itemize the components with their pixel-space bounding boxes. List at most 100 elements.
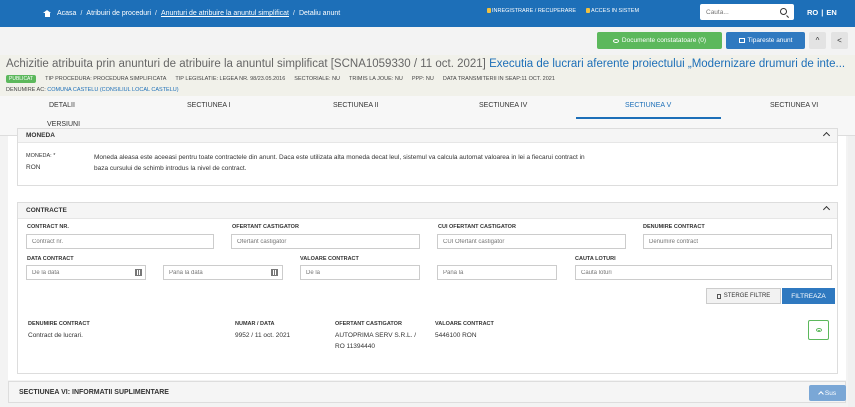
value-to-input[interactable] [437,265,557,280]
meta-data-transmiterii: DATA TRANSMITERII IN SEAP:11 OCT. 2021 [442,76,555,82]
meta-trimis-joue: TRIMIS LA JOUE: NU [349,76,403,82]
row-denumire: Contract de lucrari. [28,332,83,339]
status-badge: PUBLICAT [6,75,37,83]
lock-icon [586,8,591,14]
moneda-info-line1: Moneda aleasa este aceeasi pentru toate … [94,154,585,161]
documents-label: Documente constatatoare (0) [621,37,707,44]
clear-filters-button[interactable]: STERGE FILTRE [706,288,781,304]
tab-sectiunea-1[interactable]: SECTIUNEA I [187,102,231,109]
moneda-panel-header[interactable]: MONEDA [18,129,837,143]
back-button[interactable]: < [831,32,848,49]
search-input[interactable] [700,4,772,20]
tab-detalii[interactable]: DETALII [49,102,75,109]
row-ofertant: AUTOPRIMA SERV S.R.L. / [335,332,417,339]
breadcrumb-separator: / [292,10,295,17]
breadcrumb-anunturi[interactable]: Anunturi de atribuire la anuntul simplif… [161,10,289,17]
row-header-ofertant: OFERTANT CASTIGATOR [335,321,402,327]
tab-sectiunea-4[interactable]: SECTIUNEA IV [479,102,527,109]
page-title: Achizitie atribuita prin anunturi de atr… [6,58,845,70]
authority-link[interactable]: COMUNA CASTELU (CONSILIUL LOCAL CASTELU) [47,87,178,93]
register-link[interactable]: INREGISTRARE / RECUPERARE [487,8,576,14]
cui-input[interactable] [437,234,626,249]
action-bar: Documente constatatoare (0) Tipareste an… [0,27,855,55]
valoare-label: VALOARE CONTRACT [300,256,359,262]
loturi-input[interactable] [575,265,832,280]
breadcrumb-separator: / [80,10,83,17]
breadcrumb-home[interactable]: Acasa [57,10,76,17]
row-header-valoare: VALOARE CONTRACT [435,321,494,327]
meta-ppp: PPP: NU [411,76,434,82]
row-header-denumire: DENUMIRE CONTRACT [28,321,90,327]
calendar-icon[interactable] [271,269,278,276]
breadcrumb: Acasa / Atribuiri de proceduri / Anuntur… [43,0,340,27]
denumire-input[interactable] [643,234,832,249]
top-navigation-bar: Acasa / Atribuiri de proceduri / Anuntur… [0,0,855,27]
moneda-value: RON [26,164,41,171]
row-numar: 9952 / 11 oct. 2021 [235,332,291,339]
documents-button[interactable]: Documente constatatoare (0) [597,32,722,49]
breadcrumb-separator: / [155,10,157,17]
language-switcher: RO | EN [807,0,837,24]
contracte-heading: CONTRACTE [26,207,67,214]
contract-nr-label: CONTRACT NR. [27,224,69,230]
ofertant-label: OFERTANT CASTIGATOR [232,224,299,230]
cui-label: CUI OFERTANT CASTIGATOR [438,224,516,230]
search-icon[interactable] [780,8,787,15]
moneda-heading: MONEDA [26,132,55,139]
scroll-to-top-label: Sus [824,389,837,397]
value-from-input[interactable] [300,265,420,280]
meta-tip-legislatie: TIP LEGISLATIE: LEGEA NR. 98/23.05.2016 [175,76,286,82]
search-box [700,4,794,20]
eye-icon [815,328,822,332]
authority-label: DENUMIRE AC: [6,87,46,93]
filter-button[interactable]: FILTREAZA [782,288,835,304]
sectiunea-6-header[interactable]: SECTIUNEA VI: INFORMATII SUPLIMENTARE [8,381,846,403]
tab-versiuni[interactable]: VERSIUNI [47,121,80,128]
authority-info: DENUMIRE AC: COMUNA CASTELU (CONSILIUL L… [6,87,179,93]
clear-filters-label: STERGE FILTRE [723,293,771,299]
account-links: INREGISTRARE / RECUPERARE ACCES IN SISTE… [487,0,639,22]
chevron-up-icon[interactable] [822,131,831,140]
active-tab-indicator [576,117,721,119]
lang-ro[interactable]: RO [807,8,818,17]
breadcrumb-atribuiri[interactable]: Atribuiri de proceduri [86,10,151,17]
date-from-input[interactable] [26,265,146,280]
scrollbar[interactable] [848,136,855,407]
trash-icon [716,293,721,299]
contract-nr-input[interactable] [26,234,214,249]
title-code: Achizitie atribuita prin anunturi de atr… [6,58,486,70]
print-button[interactable]: Tipareste anunt [726,32,805,49]
tab-sectiunea-5[interactable]: SECTIUNEA V [625,102,671,109]
moneda-label: MONEDA: * [26,153,56,159]
row-valoare: 5446100 RON [435,332,477,339]
denumire-label: DENUMIRE CONTRACT [643,224,705,230]
chevron-up-icon: ^ [815,36,820,45]
home-icon[interactable] [43,10,51,17]
view-contract-button[interactable] [808,320,829,340]
sectiunea-6-heading: SECTIUNEA VI: INFORMATII SUPLIMENTARE [19,388,169,396]
loturi-label: CAUTA LOTURI [575,256,616,262]
date-to-input[interactable] [163,265,283,280]
data-contract-label: DATA CONTRACT [27,256,74,262]
print-label: Tipareste anunt [747,37,793,44]
moneda-panel: MONEDA MONEDA: * RON Moneda aleasa este … [17,128,838,186]
tab-sectiunea-6[interactable]: SECTIUNEA VI [770,102,818,109]
scroll-to-top-button[interactable]: Sus [809,385,846,401]
chevron-left-icon: < [837,36,842,45]
print-icon [738,38,745,43]
register-label: INREGISTRARE / RECUPERARE [492,8,577,14]
meta-tip-procedura: TIP PROCEDURA: PROCEDURA SIMPLIFICATA [45,76,167,82]
tab-sectiunea-2[interactable]: SECTIUNEA II [333,102,379,109]
collapse-button[interactable]: ^ [809,32,826,49]
lang-en[interactable]: EN [826,8,836,17]
row-header-numar: NUMAR / DATA [235,321,275,327]
chevron-up-icon[interactable] [822,205,831,214]
ofertant-input[interactable] [231,234,420,249]
lang-separator: | [821,7,824,17]
notice-meta: PUBLICAT TIP PROCEDURA: PROCEDURA SIMPLI… [6,75,555,83]
calendar-icon[interactable] [135,269,142,276]
user-icon [487,8,491,14]
title-link[interactable]: Executia de lucrari aferente proiectului… [489,58,845,70]
contracte-panel-header[interactable]: CONTRACTE [18,203,837,219]
login-link[interactable]: ACCES IN SISTEM [586,8,639,14]
